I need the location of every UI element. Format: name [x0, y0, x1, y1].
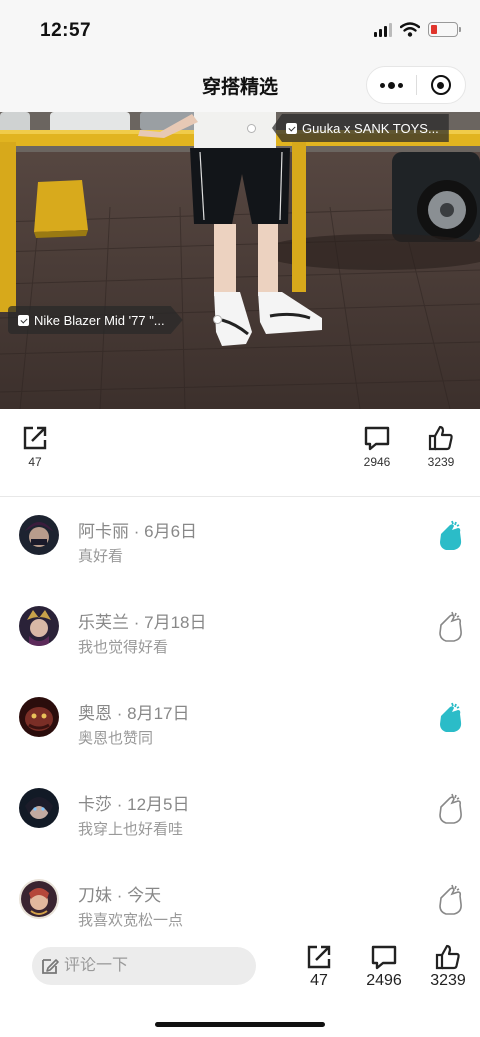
signal-icon — [374, 22, 392, 37]
comment-button[interactable]: 2946 — [352, 425, 402, 469]
comment-like-icon[interactable] — [436, 884, 464, 918]
comment-text: 真好看 — [78, 548, 124, 565]
like-count: 3239 — [427, 455, 455, 469]
bottom-share-button[interactable]: 47 — [291, 944, 347, 990]
tag-shop-icon — [18, 315, 29, 326]
thumbs-up-icon — [435, 944, 460, 970]
comment-text: 我也觉得好看 — [78, 639, 169, 656]
comment-date: 6月6日 — [144, 522, 198, 541]
share-button[interactable]: 47 — [10, 425, 60, 469]
outfit-photo[interactable]: Guuka x SANK TOYS... Nike Blazer Mid '77… — [0, 112, 480, 409]
comment-author[interactable]: 奥恩 — [78, 704, 112, 723]
comment-date: 7月18日 — [144, 613, 207, 632]
comment-text: 我穿上也好看哇 — [78, 821, 184, 838]
comment-count: 2946 — [363, 455, 391, 469]
tag-shop-icon — [286, 122, 297, 134]
tag-anchor-dot-2 — [213, 315, 222, 324]
thumbs-up-icon — [428, 425, 453, 451]
product-tag-1[interactable]: Guuka x SANK TOYS... — [272, 114, 449, 142]
comment-input-box[interactable] — [32, 947, 256, 985]
comment-meta: 奥恩 · 8月17日 — [78, 704, 190, 723]
comment-count: 2496 — [366, 972, 402, 989]
product-tag-2[interactable]: Nike Blazer Mid '77 "... — [8, 306, 183, 334]
comment-author[interactable]: 卡莎 — [78, 795, 112, 814]
product-tag-label: Guuka x SANK TOYS... — [302, 120, 439, 136]
bottom-comment-button[interactable]: 2496 — [356, 944, 412, 990]
post-stats: 47 2946 3239 — [0, 409, 480, 497]
comment-author[interactable]: 刀妹 — [78, 886, 112, 905]
comment-meta: 乐芙兰 · 7月18日 — [78, 613, 207, 632]
comment-like-icon[interactable] — [436, 520, 464, 554]
comment-text: 奥恩也赞同 — [78, 730, 154, 747]
comment-date: 今天 — [127, 886, 162, 905]
comment-date: 12月5日 — [127, 795, 190, 814]
like-button[interactable]: 3239 — [416, 425, 466, 469]
product-tag-label: Nike Blazer Mid '77 "... — [34, 312, 165, 328]
comment-like-icon[interactable] — [436, 793, 464, 827]
share-icon — [307, 945, 331, 969]
bottom-action-bar: 47 2496 3239 — [0, 938, 480, 1037]
comment-like-icon[interactable] — [436, 702, 464, 736]
photo-scene — [0, 112, 480, 409]
comment-date: 8月17日 — [127, 704, 190, 723]
more-dots-icon[interactable] — [367, 67, 416, 103]
bottom-like-button[interactable]: 3239 — [420, 944, 476, 990]
status-time: 12:57 — [40, 20, 92, 41]
comment-item: 奥恩 · 8月17日 奥恩也赞同 — [0, 680, 480, 771]
comment-like-icon[interactable] — [436, 611, 464, 645]
miniprogram-capsule — [366, 66, 466, 104]
home-indicator[interactable] — [155, 1022, 325, 1027]
comment-input[interactable] — [64, 957, 234, 975]
share-count: 47 — [310, 972, 328, 989]
avatar[interactable] — [19, 515, 59, 555]
edit-icon — [42, 959, 59, 974]
nav-bar: 穿搭精选 — [0, 60, 480, 112]
comment-list: 阿卡丽 · 6月6日 真好看 乐芙兰 · 7月18日 我也觉得好看 奥恩 · 8… — [0, 498, 480, 953]
battery-icon — [428, 22, 461, 37]
comment-meta: 卡莎 · 12月5日 — [78, 795, 190, 814]
avatar[interactable] — [19, 879, 59, 919]
avatar[interactable] — [19, 697, 59, 737]
avatar[interactable] — [19, 788, 59, 828]
tag-anchor-dot-1 — [247, 124, 256, 133]
comment-icon — [364, 426, 390, 451]
share-count: 47 — [28, 455, 42, 469]
status-bar: 12:57 — [0, 0, 480, 60]
avatar[interactable] — [19, 606, 59, 646]
comment-item: 阿卡丽 · 6月6日 真好看 — [0, 498, 480, 589]
status-icons — [374, 22, 461, 37]
comment-meta: 刀妹 · 今天 — [78, 886, 162, 905]
comment-text: 我喜欢宽松一点 — [78, 912, 184, 929]
comment-item: 乐芙兰 · 7月18日 我也觉得好看 — [0, 589, 480, 680]
comment-icon — [371, 945, 397, 970]
comment-author[interactable]: 乐芙兰 — [78, 613, 129, 632]
comment-item: 卡莎 · 12月5日 我穿上也好看哇 — [0, 771, 480, 862]
target-close-icon[interactable] — [417, 67, 466, 103]
comment-author[interactable]: 阿卡丽 — [78, 522, 129, 541]
like-count: 3239 — [430, 972, 466, 989]
share-icon — [23, 426, 47, 450]
comment-meta: 阿卡丽 · 6月6日 — [78, 522, 198, 541]
wifi-icon — [400, 22, 420, 37]
